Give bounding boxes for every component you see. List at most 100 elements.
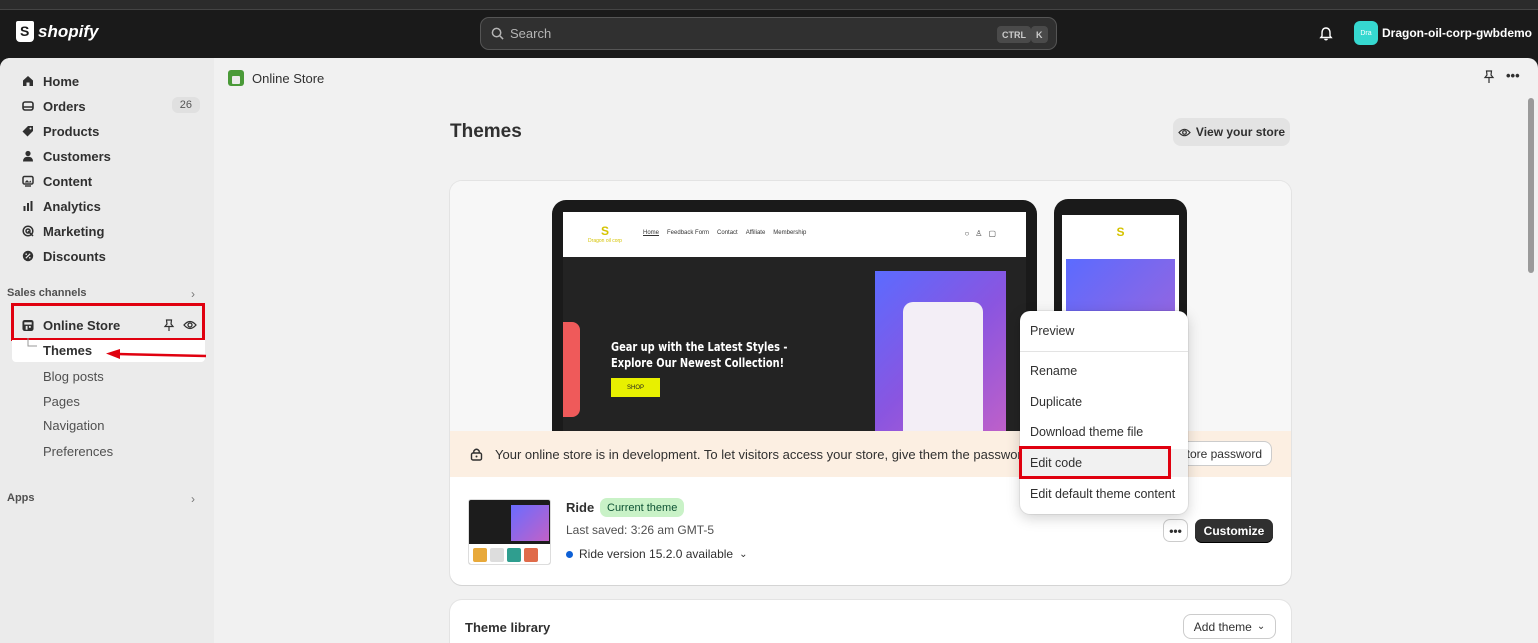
development-banner-text: Your online store is in development. To …	[495, 446, 1033, 462]
sidebar-item-label: Analytics	[43, 198, 101, 214]
search-placeholder: Search	[510, 26, 552, 41]
more-options-icon[interactable]: •••	[1506, 68, 1520, 83]
theme-library-title: Theme library	[465, 620, 551, 635]
eye-icon	[1178, 128, 1191, 136]
person-icon	[22, 150, 34, 162]
logo-text: shopify	[38, 21, 99, 41]
chevron-down-icon: ⌄	[739, 548, 748, 560]
search-icon	[491, 27, 504, 40]
sidebar-item-content[interactable]: Content	[8, 169, 204, 193]
site-logo: S Dragon oil corp	[588, 224, 622, 244]
sidebar-item-analytics[interactable]: Analytics	[8, 194, 204, 218]
scrollbar-thumb[interactable]	[1528, 98, 1534, 273]
sidebar-subitem-pages[interactable]: Pages	[43, 394, 80, 409]
shopify-bag-icon	[16, 21, 34, 42]
page-title: Themes	[450, 121, 522, 142]
hero-shop-button: SHOP	[611, 378, 660, 397]
version-text: Ride version 15.2.0 available	[579, 547, 734, 561]
app-frame: Home Orders 26 Products Customers Conten…	[0, 58, 1538, 643]
sidebar-item-label: Products	[43, 123, 100, 139]
highlight-box-online-store	[11, 303, 205, 341]
chevron-right-icon[interactable]: ›	[191, 287, 195, 301]
mobile-logo: S	[1116, 225, 1125, 239]
sidebar-subitem-themes-active[interactable]: Themes	[43, 343, 92, 358]
tree-branch-icon	[27, 338, 37, 347]
site-header-icons: ○♙▢	[964, 229, 1002, 238]
site-nav: Home Feedback Form Contact Affiliate Mem…	[643, 230, 806, 236]
menu-item-preview[interactable]: Preview	[1020, 317, 1188, 345]
sidebar-item-products[interactable]: Products	[8, 119, 204, 143]
orders-count-badge: 26	[171, 97, 200, 113]
sidebar-subitem-blog-posts[interactable]: Blog posts	[43, 369, 104, 384]
hero-shirt-image	[903, 302, 983, 442]
add-theme-label: Add theme	[1193, 619, 1252, 634]
sidebar-item-orders[interactable]: Orders 26	[8, 94, 204, 118]
site-nav-link: Feedback Form	[667, 230, 710, 236]
sales-channels-label[interactable]: Sales channels	[7, 287, 87, 299]
site-nav-link: Home	[643, 230, 660, 236]
kbd-k: K	[1031, 26, 1048, 43]
bell-icon[interactable]	[1318, 26, 1334, 42]
breadcrumb-label[interactable]: Online Store	[252, 71, 324, 86]
menu-item-rename[interactable]: Rename	[1020, 357, 1188, 385]
theme-library-card: Theme library Add theme ⌄	[450, 600, 1291, 643]
sidebar-subitem-preferences[interactable]: Preferences	[43, 444, 113, 459]
sidebar-item-label: Customers	[43, 148, 111, 164]
hero-heading: Gear up with the Latest Styles - Explore…	[611, 340, 788, 370]
site-nav-link: Affiliate	[745, 230, 766, 236]
chevron-right-icon[interactable]: ›	[191, 492, 195, 506]
browser-strip	[0, 0, 1538, 10]
shopify-logo[interactable]: shopify	[16, 21, 98, 42]
lock-icon	[470, 448, 483, 461]
sidebar-item-marketing[interactable]: Marketing	[8, 219, 204, 243]
sidebar-item-label: Orders	[43, 98, 86, 114]
theme-actions-button[interactable]: •••	[1163, 519, 1188, 542]
rewards-tab	[563, 322, 580, 417]
breadcrumb: Online Store	[214, 58, 1524, 98]
sidebar-item-discounts[interactable]: Discounts	[8, 244, 204, 268]
site-nav-link: Membership	[773, 230, 807, 236]
sidebar-item-label: Marketing	[43, 223, 105, 239]
sidebar-item-label: Discounts	[43, 248, 106, 264]
theme-actions-menu: Preview Rename Duplicate Download theme …	[1020, 311, 1188, 514]
add-theme-button[interactable]: Add theme ⌄	[1183, 614, 1276, 639]
thumbnail-hero	[511, 505, 549, 541]
apps-label[interactable]: Apps	[7, 492, 35, 504]
home-icon	[22, 75, 34, 87]
view-store-button[interactable]: View your store	[1173, 118, 1290, 146]
site-header: S Dragon oil corp Home Feedback Form Cont…	[563, 212, 1026, 257]
sidebar-item-customers[interactable]: Customers	[8, 144, 204, 168]
discount-icon	[22, 250, 34, 262]
site-nav-link: Contact	[717, 230, 738, 236]
view-store-label: View your store	[1195, 125, 1286, 139]
desktop-screen: S Dragon oil corp Home Feedback Form Cont…	[563, 212, 1026, 442]
scrollbar[interactable]	[1524, 96, 1538, 643]
menu-item-download-theme-file[interactable]: Download theme file	[1020, 418, 1188, 446]
last-saved-text: Last saved: 3:26 am GMT-5	[566, 523, 715, 537]
desktop-preview: S Dragon oil corp Home Feedback Form Cont…	[552, 200, 1037, 442]
tag-icon	[22, 125, 34, 137]
target-icon	[22, 225, 34, 237]
highlight-box-edit-code	[1019, 446, 1171, 479]
sidebar-subitem-navigation[interactable]: Navigation	[43, 418, 104, 433]
customize-button[interactable]: Customize	[1195, 519, 1273, 543]
online-store-icon	[228, 70, 244, 86]
inbox-icon	[22, 100, 34, 112]
search-input[interactable]: Search CTRL K	[480, 17, 1057, 50]
thumbnail-products	[469, 544, 550, 564]
sidebar-item-label: Content	[43, 173, 93, 189]
version-dropdown[interactable]: Ride version 15.2.0 available ⌄	[566, 547, 748, 561]
avatar[interactable]: Dra	[1354, 21, 1378, 45]
top-bar: shopify Search CTRL K Dra Dragon-oil-cor…	[0, 10, 1538, 58]
store-name[interactable]: Dragon-oil-corp-gwbdemo	[1382, 26, 1532, 40]
theme-name: Ride	[566, 500, 595, 515]
sidebar-item-home[interactable]: Home	[8, 69, 204, 93]
sidebar-item-label: Home	[43, 73, 80, 89]
menu-item-edit-default-theme-content[interactable]: Edit default theme content	[1020, 480, 1188, 508]
chevron-down-icon: ⌄	[1256, 621, 1266, 632]
menu-item-duplicate[interactable]: Duplicate	[1020, 388, 1188, 416]
theme-thumbnail[interactable]	[468, 499, 551, 565]
pin-icon[interactable]	[1483, 70, 1495, 84]
red-arrow-annotation	[106, 349, 207, 359]
bar-chart-icon	[22, 200, 34, 212]
